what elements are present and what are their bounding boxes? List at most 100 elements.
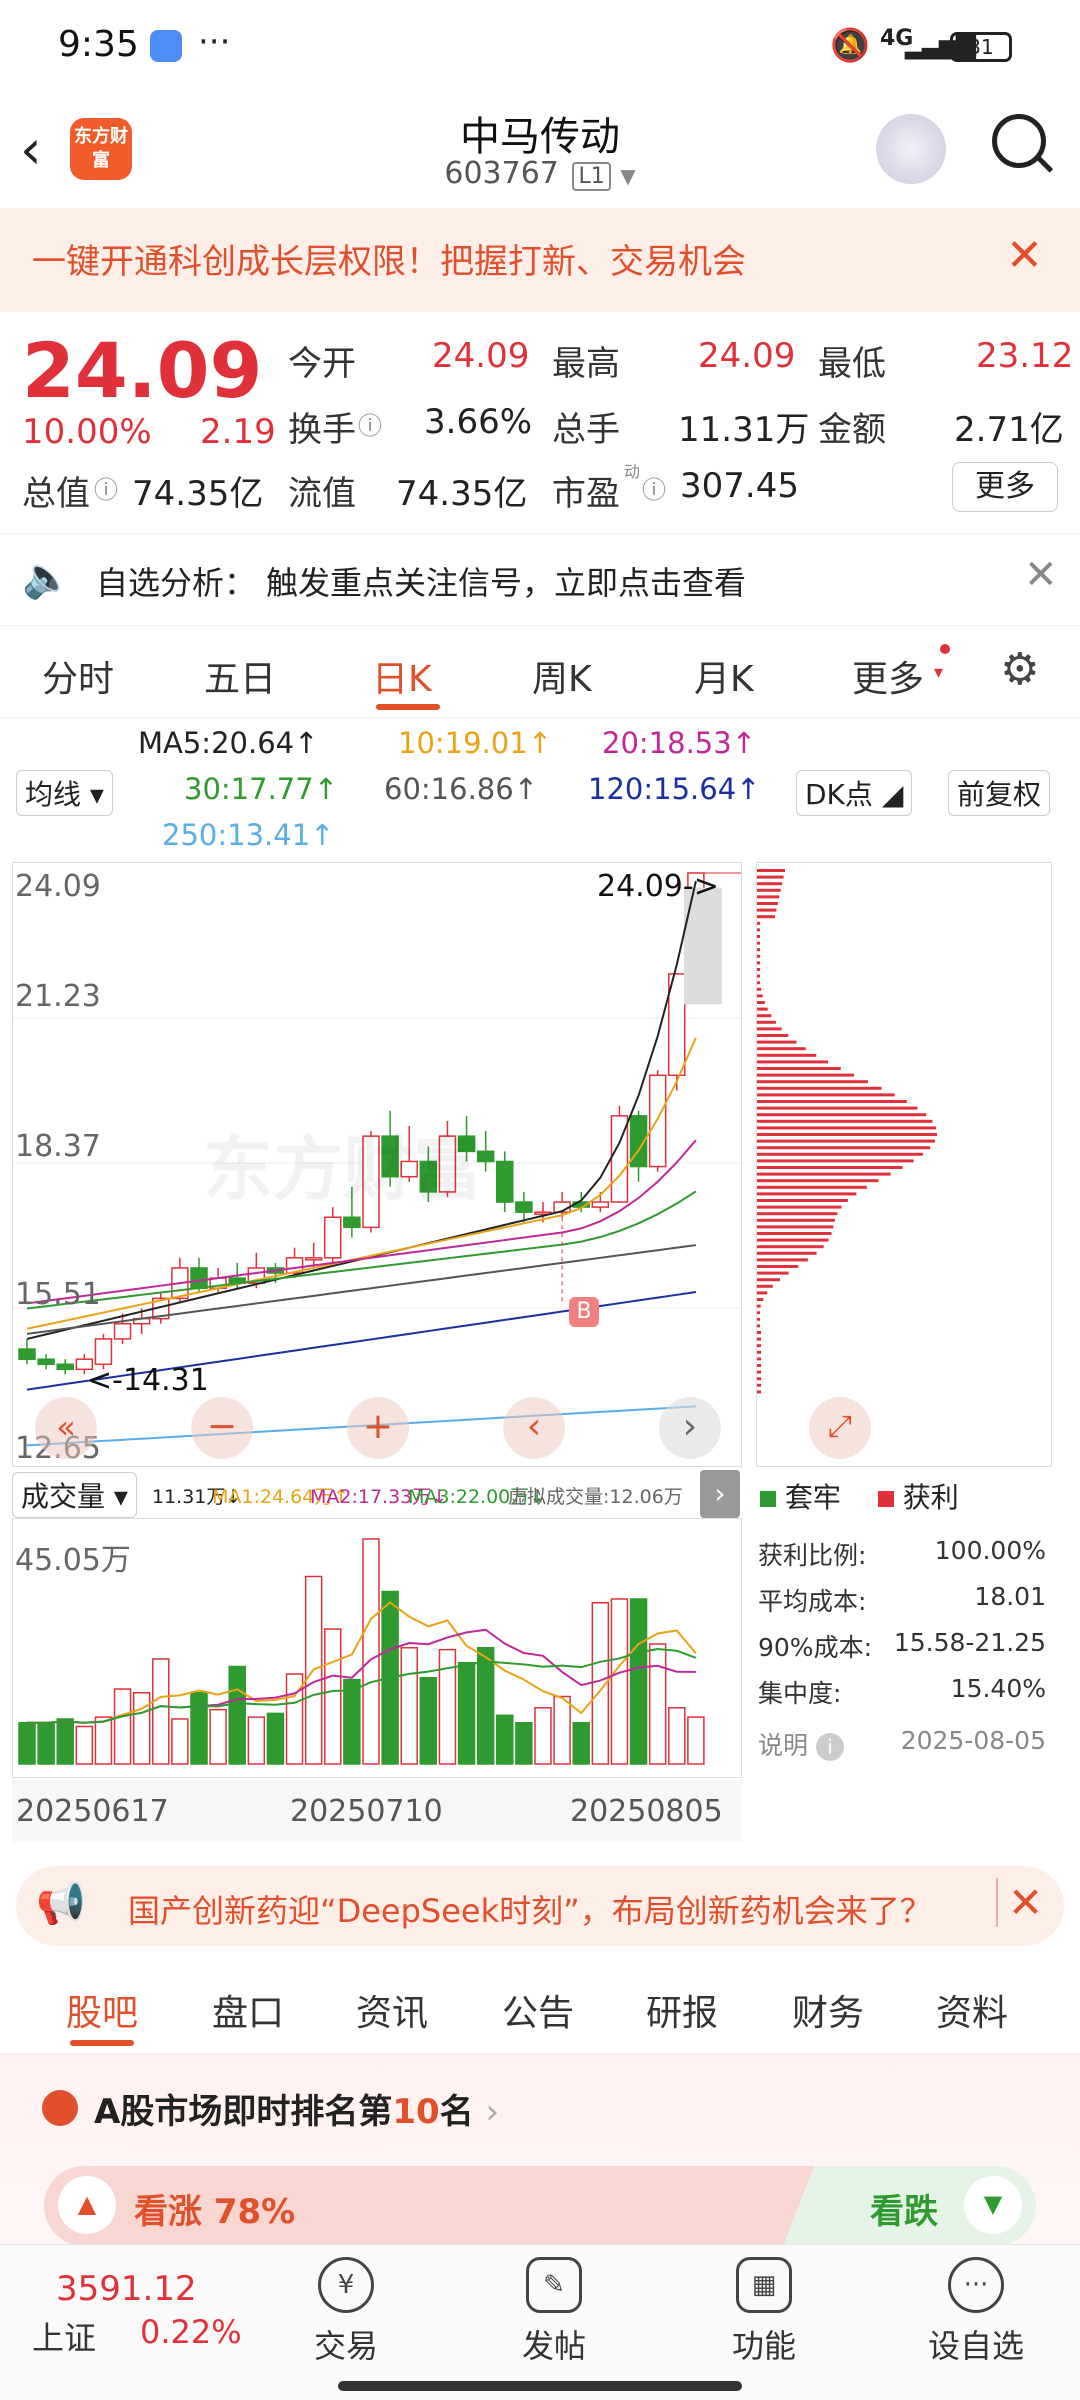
volume-bar: [18, 1722, 36, 1765]
low-label: 最低: [818, 344, 886, 384]
nav-post[interactable]: ✎ 发帖: [494, 2257, 614, 2367]
sentiment-bar: ▲ 看涨 78% 看跌 ▼: [44, 2166, 1036, 2246]
bearish-icon[interactable]: ▼: [964, 2176, 1022, 2234]
chip-bar: [757, 1265, 799, 1268]
notification-dot: [940, 644, 950, 654]
tab-announcements[interactable]: 公告: [502, 1984, 574, 2036]
volume-chart[interactable]: 45.05万: [12, 1518, 742, 1778]
volume-bar: [37, 1722, 55, 1765]
chart-period-tabs: 分时 五日 日K 周K 月K 更多 ▾ ⚙: [0, 628, 1080, 718]
chip-bar: [757, 1284, 773, 1288]
tab-five-day[interactable]: 五日: [204, 650, 276, 702]
tab-monthly-k[interactable]: 月K: [694, 650, 754, 702]
ranking-number: 10: [392, 2092, 440, 2132]
float-value: 74.35亿: [396, 474, 528, 514]
stock-code-text: 603767: [444, 156, 559, 191]
date-start: 20250617: [16, 1794, 169, 1829]
date-axis: 20250617 20250710 20250805: [12, 1780, 742, 1842]
scroll-left-fast-button[interactable]: «: [35, 1397, 97, 1459]
scroll-right-button[interactable]: ›: [659, 1397, 721, 1459]
chip-bar: [757, 974, 760, 978]
close-icon[interactable]: ✕: [996, 1878, 1043, 1927]
zoom-out-button[interactable]: −: [191, 1397, 253, 1459]
dk-label: DK点: [805, 778, 873, 811]
promo-banner[interactable]: 一键开通科创成长层权限！把握打新、交易机会 ✕: [0, 208, 1080, 312]
volume-bar: [190, 1692, 208, 1765]
zoom-in-button[interactable]: +: [347, 1397, 409, 1459]
chip-bar: [757, 1271, 789, 1275]
tab-daily-k[interactable]: 日K: [372, 650, 432, 702]
info-icon[interactable]: ⓘ: [94, 470, 118, 505]
chip-distribution-chart[interactable]: ⤢: [756, 862, 1052, 1467]
tab-more[interactable]: 更多: [852, 650, 924, 702]
chip-bar: [757, 1139, 935, 1143]
kline-chart[interactable]: 24.09 21.23 18.37 15.51 12.65 24.09-> <-…: [12, 862, 742, 1467]
expand-indicators-button[interactable]: ›: [700, 1470, 740, 1518]
tab-profile[interactable]: 资料: [936, 1984, 1008, 2036]
chip-bar: [757, 987, 762, 991]
bearish-label[interactable]: 看跌: [870, 2184, 938, 2233]
volume-selector-label: 成交量: [21, 1480, 106, 1513]
ma-selector[interactable]: 均线 ▾: [16, 770, 113, 816]
tab-news[interactable]: 资讯: [356, 1984, 428, 2036]
tab-research[interactable]: 研报: [646, 1984, 718, 2036]
chip-bar: [757, 1291, 768, 1295]
explain-link[interactable]: 说明 i: [758, 1726, 844, 1762]
nav-add-watchlist[interactable]: ··· 设自选: [916, 2257, 1036, 2367]
watchlist-analysis-bar[interactable]: 🔈 自选分析： 触发重点关注信号，立即点击查看 ✕: [0, 534, 1080, 626]
tab-financials[interactable]: 财务: [792, 1984, 864, 2036]
tab-order-book[interactable]: 盘口: [212, 1984, 284, 2036]
ma-selector-label: 均线: [25, 778, 82, 811]
info-icon[interactable]: ⓘ: [358, 406, 382, 441]
index-widget[interactable]: 3591.12 上证 0.22%: [20, 2263, 260, 2363]
open-label: 今开: [288, 344, 356, 384]
assistant-avatar[interactable]: [876, 114, 946, 184]
candle-body: [343, 1216, 361, 1229]
avg-cost-label: 平均成本:: [758, 1587, 867, 1616]
volume-bar: [400, 1647, 418, 1765]
close-icon[interactable]: ✕: [1006, 230, 1043, 281]
turnover-value: 3.66%: [424, 402, 533, 442]
tab-intraday[interactable]: 分时: [42, 650, 114, 702]
ma10-value: 10:19.01↑: [398, 726, 552, 760]
volume-bar: [56, 1718, 74, 1765]
info-icon: i: [815, 1733, 844, 1761]
expand-icon[interactable]: ⤢: [809, 1397, 871, 1459]
chip-bar: [757, 888, 781, 892]
settings-icon[interactable]: ⚙: [1000, 644, 1039, 695]
chip-bar: [757, 994, 763, 998]
volume-label: 总手: [552, 410, 620, 450]
volume-bar: [476, 1647, 495, 1765]
chip-bar: [757, 1060, 829, 1064]
buy-marker[interactable]: B: [569, 1297, 599, 1327]
nav-functions[interactable]: ▦ 功能: [704, 2257, 824, 2367]
adjust-selector[interactable]: 前复权: [948, 770, 1051, 816]
close-icon[interactable]: ✕: [1024, 552, 1058, 598]
mktcap-label: 总值: [22, 474, 90, 514]
nav-trade[interactable]: ¥ 交易: [286, 2257, 406, 2367]
battery-icon: 31: [950, 32, 1012, 62]
tab-weekly-k[interactable]: 周K: [532, 650, 592, 702]
tab-forum[interactable]: 股吧: [66, 1984, 138, 2036]
more-button[interactable]: 更多: [952, 462, 1058, 512]
volume-selector[interactable]: 成交量 ▾: [12, 1472, 137, 1518]
volume-bar: [209, 1708, 227, 1765]
chip-bar: [757, 1086, 882, 1090]
volume-bar: [113, 1688, 132, 1765]
news-banner[interactable]: 📢 国产创新药迎“DeepSeek时刻”，布局创新药机会来了？ ✕: [16, 1866, 1064, 1946]
dk-point-selector[interactable]: DK点 ◢: [796, 770, 913, 816]
y-label-top: 24.09: [15, 869, 101, 904]
chip-bar: [757, 1311, 760, 1315]
level-badge: L1: [572, 162, 611, 191]
info-icon[interactable]: ⓘ: [642, 470, 666, 505]
volume-bar: [266, 1712, 285, 1765]
chip-bar: [757, 1344, 761, 1348]
scroll-left-button[interactable]: ‹: [503, 1397, 565, 1459]
chip-bar: [757, 1350, 761, 1354]
cost90-value: 15.58-21.25: [893, 1628, 1046, 1657]
high-label: 最高: [552, 344, 620, 384]
ranking-link[interactable]: A股市场即时排名第10名 ›: [94, 2084, 499, 2133]
ma30-value: 30:17.77↑: [184, 772, 338, 806]
chip-bar: [757, 1185, 867, 1189]
chip-bar: [757, 1093, 895, 1097]
